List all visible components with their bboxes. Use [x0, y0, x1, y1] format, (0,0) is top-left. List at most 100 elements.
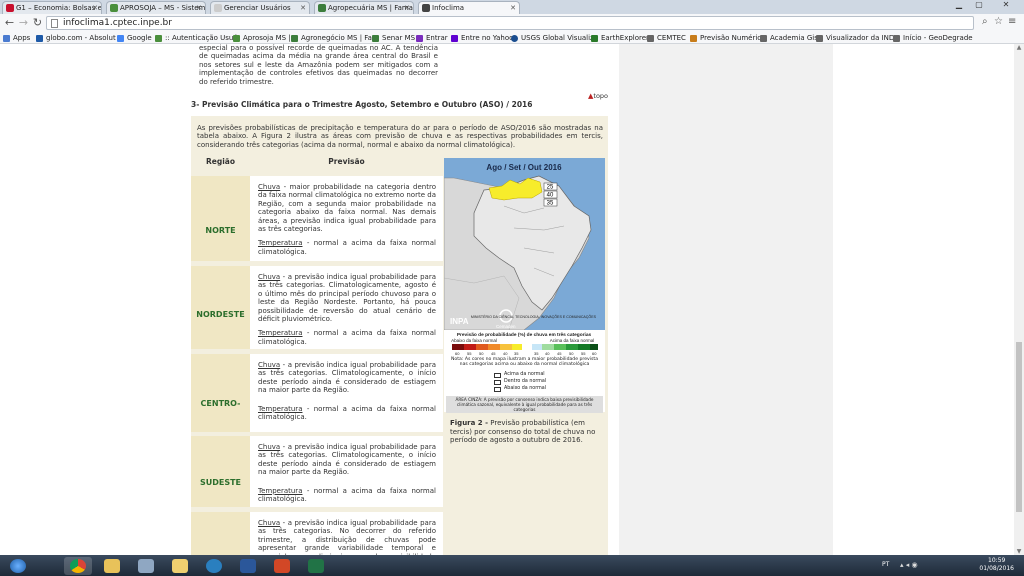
bookmark-yahoo[interactable]: Entre no Yahoo: [451, 33, 513, 43]
clock-date: 01/08/2016: [979, 565, 1014, 572]
taskbar-excel[interactable]: [302, 557, 330, 575]
address-bar[interactable]: infoclima1.cptec.inpe.br: [46, 16, 974, 30]
table-row: Chuva - a previsão indica igual probabil…: [250, 436, 443, 507]
vertical-scrollbar[interactable]: ▲ ▼: [1014, 44, 1024, 555]
rain-label: Chuva: [258, 183, 281, 191]
bookmark-academia[interactable]: Academia Gis: [760, 33, 818, 43]
topo-link[interactable]: ▲topo: [588, 92, 608, 100]
bookmarks-bar: Apps globo.com - Absolut Google :: Auten…: [0, 32, 1024, 44]
scale-swatch: [590, 344, 598, 350]
rain-text: - a previsão indica igual probabilidade …: [258, 273, 436, 324]
taskbar-folder[interactable]: [166, 557, 194, 575]
clock-time: 10:59: [988, 557, 1006, 564]
tab-bar: G1 – Economia: Bolsas e índ ✕ APROSOJA –…: [0, 0, 1024, 14]
scale-tick: 45: [491, 351, 496, 356]
close-icon[interactable]: ✕: [404, 2, 410, 14]
bookmark-globo[interactable]: globo.com - Absolut: [36, 33, 116, 43]
scale-tick: 35: [514, 351, 519, 356]
yahoo-icon: [451, 35, 458, 42]
topo-label: topo: [593, 92, 609, 100]
minimize-icon[interactable]: ▁: [950, 0, 968, 10]
page-viewport: especial para o possível recorde de quei…: [0, 44, 1014, 555]
scale-swatch: [554, 344, 566, 350]
bookmark-geodegrade[interactable]: Início - GeoDegrade: [893, 33, 973, 43]
star-icon[interactable]: ☆: [994, 16, 1003, 27]
close-icon[interactable]: ✕: [92, 2, 98, 14]
language-indicator[interactable]: PT: [882, 561, 889, 568]
close-icon[interactable]: ✕: [510, 2, 516, 14]
taskbar-word[interactable]: [234, 557, 262, 575]
forward-icon[interactable]: →: [17, 16, 30, 29]
close-icon[interactable]: ✕: [196, 2, 202, 14]
page-icon: [893, 35, 900, 42]
bookmark-google[interactable]: Google: [117, 33, 152, 43]
bookmark-previsao[interactable]: Previsão Numérica: [690, 33, 765, 43]
tab-agropecuaria[interactable]: Agropecuária MS | Famas ✕: [314, 1, 414, 14]
excel-icon: [308, 559, 324, 573]
legend-value: 40: [547, 193, 554, 199]
gray-area-note: ÁREA CINZA: A previsão por consenso indi…: [446, 396, 603, 413]
clock[interactable]: 10:59 01/08/2016: [979, 557, 1014, 573]
rain-label: Chuva: [258, 443, 281, 451]
scroll-down-icon[interactable]: ▼: [1014, 548, 1024, 555]
start-button[interactable]: [4, 557, 34, 575]
bookmark-inde[interactable]: Visualizador da INDE: [816, 33, 899, 43]
taskbar-globe[interactable]: [200, 557, 228, 575]
table-row: Chuva - maior probabilidade na categoria…: [250, 176, 443, 261]
tab-infoclima[interactable]: Infoclima ✕: [418, 1, 520, 14]
window-close-icon[interactable]: ✕: [992, 0, 1020, 10]
figure-caption-label: Figura 2 -: [450, 419, 489, 427]
brazil-map: Ago / Set / Out 2016 25 40 35 INPA Cemad…: [443, 163, 597, 331]
bookmark-apps[interactable]: Apps: [3, 33, 30, 43]
tab-gerenciar[interactable]: Gerenciar Usuários ✕: [210, 1, 310, 14]
bookmark-cemtec[interactable]: CEMTEC: [647, 33, 686, 43]
scale-swatch: [532, 344, 542, 350]
scale-tick: 60: [455, 351, 460, 356]
reload-icon[interactable]: ↻: [31, 16, 44, 29]
scrollbar-thumb[interactable]: [1016, 342, 1022, 512]
scale-tick: 40: [545, 351, 550, 356]
region-norte: NORTE: [191, 176, 250, 261]
tab-aprosoja[interactable]: APROSOJA – MS - Sistem ✕: [106, 1, 206, 14]
bookmark-usgs[interactable]: USGS Global Visualiz: [511, 33, 594, 43]
bookmark-earthexplorer[interactable]: EarthExplorer: [591, 33, 649, 43]
rain-text: - a previsão indica igual probabilidade …: [258, 361, 436, 395]
earthexplorer-icon: [591, 35, 598, 42]
scale-tick: 35: [534, 351, 539, 356]
bookmark-senar[interactable]: Senar MS: [372, 33, 415, 43]
zoom-icon[interactable]: ⌕: [982, 16, 988, 27]
back-icon[interactable]: ←: [3, 16, 16, 29]
powerpoint-icon: [274, 559, 290, 573]
map-key: Acima da normal Dentro da normal Abaixo …: [494, 372, 594, 393]
bookmark-agronegocio[interactable]: Agronegócio MS | Fa: [291, 33, 372, 43]
taskbar-chrome[interactable]: [64, 557, 92, 575]
page-icon: [51, 19, 58, 28]
windows-logo-icon: [10, 559, 26, 573]
page-icon: [760, 35, 767, 42]
taskbar-powerpoint[interactable]: [268, 557, 296, 575]
scale-swatch: [452, 344, 464, 350]
menu-icon[interactable]: ≡: [1008, 16, 1016, 27]
rain-label: Chuva: [258, 273, 281, 281]
chrome-icon: [70, 559, 86, 573]
table-row: Chuva - a previsão indica igual probabil…: [250, 512, 443, 555]
page-icon: [214, 4, 222, 12]
bookmark-autenticacao[interactable]: :: Autenticação Usuá: [155, 33, 238, 43]
close-icon[interactable]: ✕: [300, 2, 306, 14]
taskbar-explorer[interactable]: [98, 557, 126, 575]
maximize-icon[interactable]: ▢: [970, 0, 988, 10]
taskbar-app[interactable]: [132, 557, 160, 575]
scroll-up-icon[interactable]: ▲: [1014, 44, 1024, 51]
figure-caption: Figura 2 - Previsão probabilística (em t…: [450, 419, 604, 445]
tab-g1[interactable]: G1 – Economia: Bolsas e índ ✕: [2, 1, 102, 14]
table-row: Chuva - a previsão indica igual probabil…: [250, 354, 443, 432]
taskbar: PT ▴ ◂ ◉ 10:59 01/08/2016: [0, 555, 1024, 576]
top-paragraph: especial para o possível recorde de quei…: [199, 44, 438, 86]
agro-icon: [291, 35, 298, 42]
scale-swatch: [488, 344, 500, 350]
map-note: Nota: As cores no mapa ilustram a maior …: [450, 357, 599, 368]
bookmark-aprosoja[interactable]: Aprosoja MS |: [233, 33, 291, 43]
tray-icons[interactable]: ▴ ◂ ◉: [900, 561, 918, 569]
bookmark-entrar[interactable]: Entrar: [416, 33, 448, 43]
region-centro-oeste: CENTRO-OESTE: [191, 354, 250, 508]
